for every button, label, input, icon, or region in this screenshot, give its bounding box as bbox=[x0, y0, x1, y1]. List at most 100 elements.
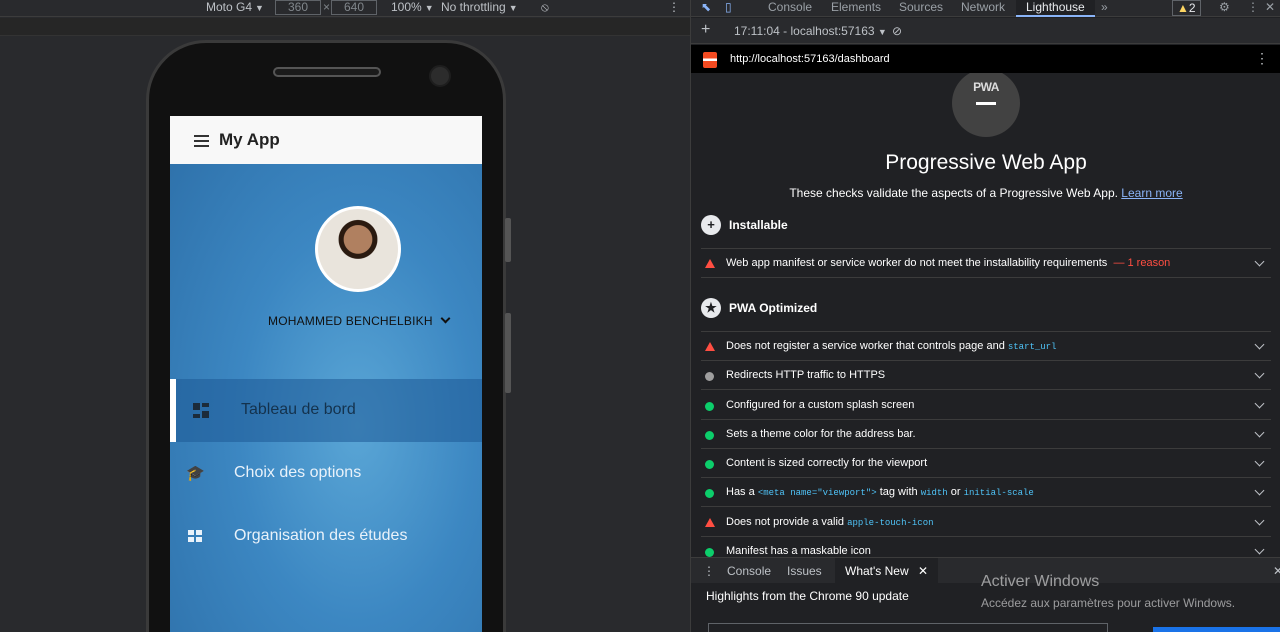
pwa-badge-dash bbox=[976, 102, 996, 105]
description-text: These checks validate the aspects of a P… bbox=[789, 186, 1118, 200]
device-toolbar-icon[interactable]: ▯ bbox=[725, 0, 732, 17]
group-title: Installable bbox=[729, 218, 788, 232]
inspect-element-icon[interactable]: ⬉ bbox=[701, 0, 711, 17]
tab-network[interactable]: Network bbox=[961, 0, 1005, 17]
chevron-down-icon bbox=[1254, 427, 1265, 438]
drawer-tab-console[interactable]: Console bbox=[727, 564, 771, 578]
chevron-down-icon bbox=[1254, 515, 1265, 526]
plus-icon: + bbox=[701, 215, 721, 235]
devtools-pane: ⬉ ▯ Console Elements Sources Network Lig… bbox=[690, 0, 1280, 632]
more-tabs-icon[interactable]: » bbox=[1101, 0, 1108, 17]
rotate-icon[interactable]: ⦸ bbox=[541, 0, 549, 16]
watermark-title: Activer Windows bbox=[981, 573, 1100, 590]
fail-triangle-icon bbox=[705, 259, 715, 268]
caret-down-icon: ▼ bbox=[255, 3, 264, 13]
audit-text: Does not register a service worker that … bbox=[726, 340, 1056, 352]
report-menu-icon[interactable]: ⋮ bbox=[1255, 50, 1269, 67]
nav-item-organisation-des-etudes[interactable]: Organisation des études bbox=[170, 505, 482, 568]
audit-title: Configured for a custom splash screen bbox=[726, 399, 915, 411]
pass-dot-icon bbox=[705, 460, 714, 469]
app-bar: My App bbox=[170, 116, 482, 164]
dashboard-icon bbox=[193, 403, 209, 419]
tab-elements[interactable]: Elements bbox=[831, 0, 881, 17]
nav-item-tableau-de-bord[interactable]: Tableau de bord bbox=[170, 379, 482, 442]
audit-reason: — 1 reason bbox=[1113, 257, 1171, 269]
audit-title: tag with bbox=[879, 486, 918, 498]
drawer-menu-icon[interactable]: ⋮ bbox=[703, 564, 715, 578]
close-icon[interactable]: ✕ bbox=[918, 564, 928, 578]
chevron-down-icon bbox=[1254, 544, 1265, 555]
caret-down-icon: ▼ bbox=[877, 27, 887, 37]
drawer-tab-issues[interactable]: Issues bbox=[787, 564, 822, 578]
audit-title: Has a bbox=[726, 486, 755, 498]
chevron-down-icon bbox=[1254, 339, 1265, 350]
drawer-tab-label: What's New bbox=[845, 564, 909, 578]
audit-row[interactable]: Content is sized correctly for the viewp… bbox=[701, 449, 1271, 478]
pass-dot-icon bbox=[705, 548, 714, 557]
avatar[interactable] bbox=[315, 206, 401, 292]
device-select[interactable]: Moto G4 ▼ bbox=[206, 0, 264, 16]
audit-row[interactable]: Redirects HTTP traffic to HTTPS bbox=[701, 361, 1271, 390]
audit-title: Does not provide a valid bbox=[726, 516, 845, 528]
user-menu[interactable]: MOHAMMED BENCHELBIKH bbox=[268, 313, 451, 328]
audit-row[interactable]: Web app manifest or service worker do no… bbox=[701, 249, 1271, 278]
close-icon[interactable]: ✕ bbox=[1265, 0, 1275, 17]
audit-row[interactable]: Sets a theme color for the address bar. bbox=[701, 420, 1271, 449]
pwa-badge-label: PWA bbox=[973, 80, 999, 94]
report-selector[interactable]: 17:11:04 - localhost:57163 ▼ bbox=[734, 24, 887, 38]
lighthouse-report: PWA Progressive Web App These checks val… bbox=[691, 73, 1280, 557]
audit-row[interactable]: Configured for a custom splash screen bbox=[701, 391, 1271, 420]
star-icon: ★ bbox=[701, 298, 721, 318]
report-url: http://localhost:57163/dashboard bbox=[730, 53, 890, 65]
pass-dot-icon bbox=[705, 402, 714, 411]
more-options-icon[interactable]: ⋮ bbox=[668, 0, 680, 16]
audit-row[interactable]: Manifest has a maskable icon bbox=[701, 537, 1271, 557]
more-options-icon[interactable]: ⋮ bbox=[1247, 0, 1259, 17]
audit-row[interactable]: Does not register a service worker that … bbox=[701, 332, 1271, 361]
drawer-tab-whats-new[interactable]: What's New ✕ bbox=[835, 558, 939, 584]
app-title: My App bbox=[219, 130, 280, 149]
devtools-window: Moto G4 ▼ 360 × 640 100% ▼ No throttling ▼ … bbox=[0, 0, 1280, 632]
tab-sources[interactable]: Sources bbox=[899, 0, 943, 17]
user-name: MOHAMMED BENCHELBIKH bbox=[268, 314, 433, 328]
nav-label: Organisation des études bbox=[234, 527, 408, 544]
audit-title: Sets a theme color for the address bar. bbox=[726, 428, 916, 440]
devtools-tabbar: ⬉ ▯ Console Elements Sources Network Lig… bbox=[691, 0, 1280, 17]
phone-side-button bbox=[505, 313, 511, 393]
tab-console[interactable]: Console bbox=[768, 0, 812, 17]
avatar-photo bbox=[318, 209, 398, 289]
graduation-cap-icon: 🎓 bbox=[186, 465, 205, 482]
chevron-down-icon bbox=[1254, 456, 1265, 467]
not-applicable-dot-icon bbox=[705, 372, 714, 381]
audit-code: width bbox=[920, 488, 948, 498]
audit-row[interactable]: Has a <meta name="viewport"> tag with wi… bbox=[701, 478, 1271, 507]
close-drawer-icon[interactable]: ✕ bbox=[1273, 564, 1280, 578]
lighthouse-logo-icon bbox=[703, 52, 717, 68]
warnings-badge[interactable]: ▲2 bbox=[1172, 0, 1201, 16]
whats-new-card bbox=[708, 623, 1108, 632]
tab-lighthouse[interactable]: Lighthouse bbox=[1016, 0, 1095, 17]
throttling-select[interactable]: No throttling ▼ bbox=[441, 0, 518, 16]
audit-title: Content is sized correctly for the viewp… bbox=[726, 457, 928, 469]
new-report-plus-icon[interactable]: + bbox=[701, 21, 710, 39]
clear-all-icon[interactable]: ⊘ bbox=[892, 24, 902, 38]
audit-row[interactable]: Does not provide a valid apple-touch-ico… bbox=[701, 508, 1271, 537]
audit-text: Does not provide a valid apple-touch-ico… bbox=[726, 516, 934, 528]
nav-item-choix-des-options[interactable]: 🎓 Choix des options bbox=[170, 442, 482, 505]
hamburger-menu-icon[interactable] bbox=[194, 135, 209, 147]
audit-text: Web app manifest or service worker do no… bbox=[726, 257, 1170, 269]
whats-new-headline: Highlights from the Chrome 90 update bbox=[706, 589, 909, 603]
pass-dot-icon bbox=[705, 431, 714, 440]
throttling-value: No throttling bbox=[441, 0, 506, 14]
report-selector-label: 17:11:04 - localhost:57163 bbox=[734, 24, 875, 38]
width-input[interactable]: 360 bbox=[275, 0, 321, 15]
zoom-select[interactable]: 100% ▼ bbox=[391, 0, 434, 16]
audit-title: or bbox=[950, 486, 961, 498]
settings-gear-icon[interactable]: ⚙ bbox=[1219, 0, 1230, 17]
height-input[interactable]: 640 bbox=[331, 0, 377, 15]
learn-more-link[interactable]: Learn more bbox=[1121, 186, 1182, 200]
chevron-down-icon bbox=[440, 313, 451, 324]
phone-side-button bbox=[505, 218, 511, 262]
dimension-separator-icon: × bbox=[323, 0, 331, 14]
audit-code: <meta name="viewport"> bbox=[757, 488, 877, 498]
